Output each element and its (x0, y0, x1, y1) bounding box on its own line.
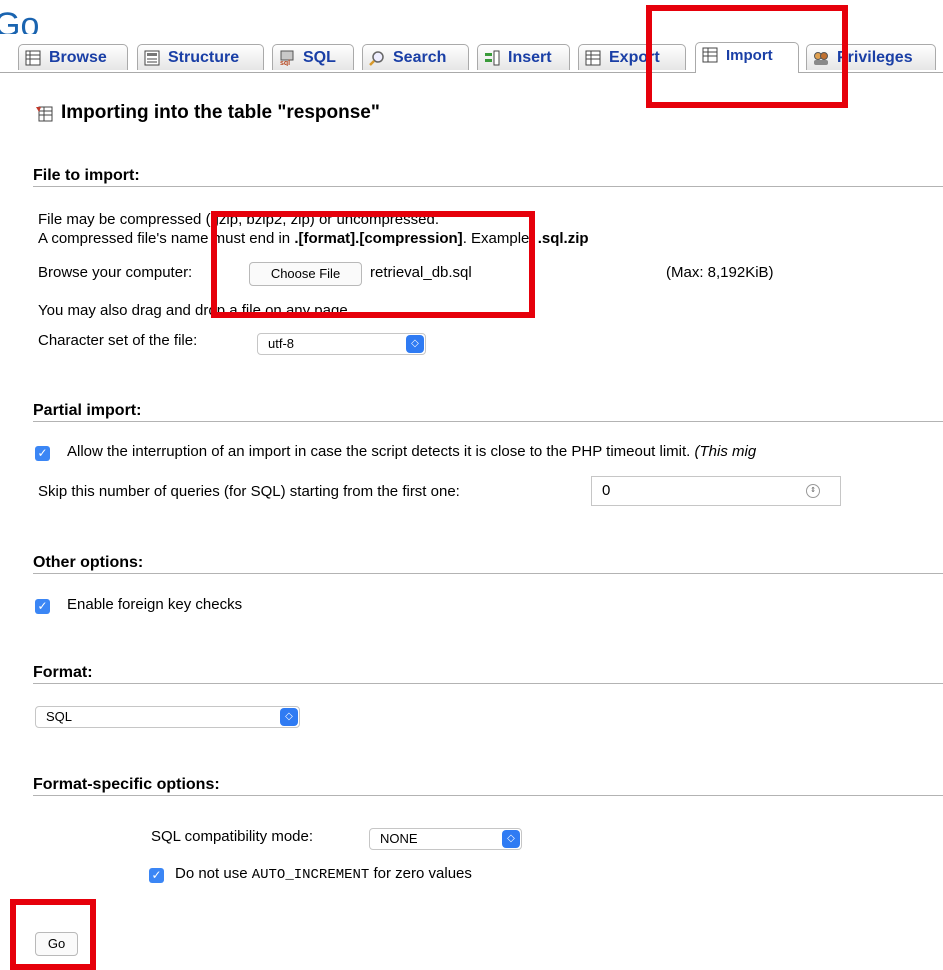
skip-queries-input[interactable]: 0 ⇕ (591, 476, 841, 506)
allow-interrupt-text: Allow the interruption of an import in c… (67, 443, 691, 460)
charset-label: Character set of the file: (38, 332, 198, 349)
browse-icon (25, 50, 41, 66)
compat-mode-value: NONE (380, 831, 418, 846)
other-options-legend: Other options: (33, 554, 144, 571)
max-upload-size: (Max: 8,192KiB) (666, 264, 774, 281)
skip-queries-value: 0 (602, 482, 611, 499)
tab-label: Browse (49, 48, 107, 66)
tab-label: Insert (508, 48, 552, 66)
format-value: SQL (46, 709, 73, 724)
import-tab-highlight (646, 5, 848, 108)
go-button-highlight (10, 899, 96, 970)
allow-interrupt-label: Allow the interruption of an import in c… (67, 443, 756, 460)
allow-interrupt-note: (This mig (694, 443, 757, 460)
tab-browse[interactable]: Browse (18, 44, 128, 70)
no-auto-prefix: Do not use (175, 865, 252, 882)
charset-select[interactable]: utf-8 ◇ (257, 333, 426, 355)
chevron-updown-icon: ◇ (502, 830, 520, 848)
tab-sql[interactable]: sql SQL (272, 44, 354, 70)
divider (33, 683, 943, 684)
tab-label: Privileges (837, 48, 913, 66)
import-icon (35, 104, 53, 122)
sql-icon: sql (279, 50, 295, 67)
file-import-legend: File to import: (33, 167, 140, 184)
foreign-keys-checkbox[interactable]: ✓ (35, 599, 50, 614)
insert-icon (484, 50, 500, 66)
search-icon (369, 50, 385, 66)
tab-insert[interactable]: Insert (477, 44, 570, 70)
svg-text:sql: sql (280, 60, 290, 66)
tab-label: Structure (168, 48, 240, 66)
divider (33, 421, 943, 422)
foreign-keys-label: Enable foreign key checks (67, 596, 243, 613)
format-specific-legend: Format-specific options: (33, 776, 220, 793)
skip-queries-label: Skip this number of queries (for SQL) st… (38, 483, 460, 500)
tab-structure[interactable]: Structure (137, 44, 264, 70)
no-auto-code: AUTO_INCREMENT (251, 867, 370, 883)
hint-example: .sql.zip (537, 230, 589, 247)
no-auto-increment-label: Do not use AUTO_INCREMENT for zero value… (175, 865, 472, 883)
file-choose-highlight (211, 211, 535, 318)
stepper-icon[interactable]: ⇕ (806, 484, 820, 498)
tab-search[interactable]: Search (362, 44, 469, 70)
tab-label: SQL (303, 48, 336, 66)
export-icon (585, 50, 601, 66)
structure-icon (144, 50, 160, 66)
divider (33, 573, 943, 574)
no-auto-suffix: for zero values (369, 865, 472, 882)
allow-interrupt-checkbox[interactable]: ✓ (35, 446, 50, 461)
browse-label: Browse your computer: (38, 264, 193, 281)
page-title-text: Importing into the table "response" (61, 102, 380, 123)
format-select[interactable]: SQL ◇ (35, 706, 300, 728)
chevron-updown-icon: ◇ (280, 708, 298, 726)
compat-mode-select[interactable]: NONE ◇ (369, 828, 522, 850)
page-title: Importing into the table "response" (35, 102, 380, 124)
header-go-text: Go (0, 10, 40, 34)
divider (33, 795, 943, 796)
charset-value: utf-8 (268, 336, 295, 351)
partial-import-legend: Partial import: (33, 402, 142, 419)
divider (33, 186, 943, 187)
no-auto-increment-checkbox[interactable]: ✓ (149, 868, 164, 883)
format-legend: Format: (33, 664, 93, 681)
compat-mode-label: SQL compatibility mode: (151, 828, 314, 845)
chevron-updown-icon: ◇ (406, 335, 424, 353)
tab-label: Search (393, 48, 447, 66)
